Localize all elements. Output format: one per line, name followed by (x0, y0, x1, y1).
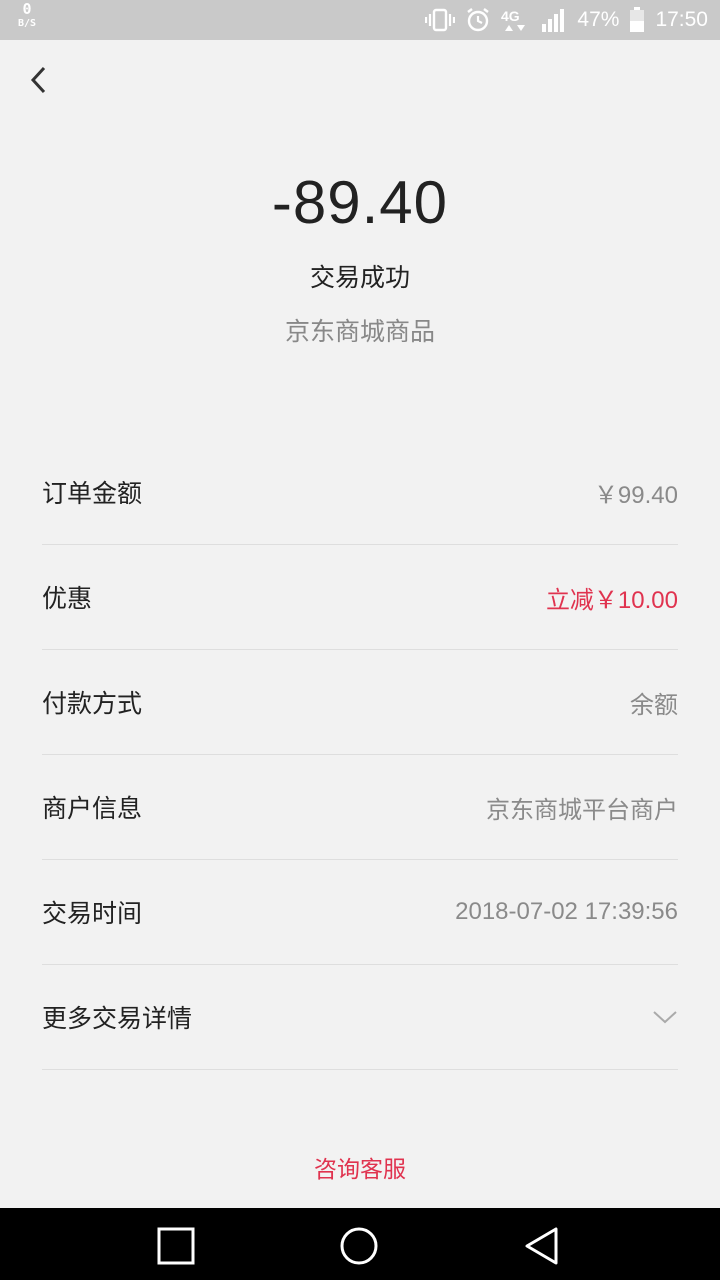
clock: 17:50 (655, 8, 708, 31)
row-label: 优惠 (42, 584, 93, 613)
alarm-icon (467, 8, 490, 32)
row-value: ￥99.40 (593, 481, 678, 509)
back-button[interactable] (22, 62, 58, 98)
vibrate-icon (425, 8, 456, 32)
row-label: 付款方式 (42, 689, 143, 718)
nav-back-button[interactable] (522, 1226, 562, 1266)
net-speed-value: 0 (22, 0, 32, 18)
net-speed: 0 B/S (12, 2, 42, 29)
detail-list: 订单金额 ￥99.40 优惠 立减￥10.00 付款方式 余额 商户信息 京东商… (42, 440, 678, 1070)
row-value: 余额 (630, 691, 678, 719)
svg-text:4G: 4G (501, 8, 520, 24)
nav-back-icon (525, 1227, 558, 1265)
lte-icon: 4G (501, 8, 526, 31)
nav-home-button[interactable] (339, 1226, 379, 1266)
transaction-status: 交易成功 (309, 263, 410, 292)
nav-recent-icon (157, 1227, 195, 1265)
transaction-amount: -89.40 (271, 169, 449, 236)
detail-row-payment-method: 付款方式 余额 (42, 650, 678, 755)
merchant-name: 京东商城商品 (284, 317, 435, 346)
chevron-down-icon (653, 1011, 677, 1024)
battery-icon (630, 7, 645, 32)
detail-row-transaction-time: 交易时间 2018-07-02 17:39:56 (42, 860, 678, 965)
back-icon (30, 66, 46, 94)
row-value: 2018-07-02 17:39:56 (455, 898, 678, 925)
row-label: 商户信息 (42, 794, 143, 823)
signal-icon (542, 9, 565, 32)
nav-recent-button[interactable] (156, 1226, 196, 1266)
row-label: 交易时间 (42, 899, 143, 928)
nav-home-icon (340, 1227, 378, 1265)
row-value: 京东商城平台商户 (486, 796, 678, 824)
status-icons: 4G 47% 17:50 (425, 0, 708, 40)
row-label: 更多交易详情 (42, 1004, 193, 1033)
status-bar: 0 B/S 4G 47% 17:50 (0, 0, 720, 40)
net-speed-unit: B/S (17, 18, 37, 29)
header (0, 40, 720, 118)
detail-row-order-amount: 订单金额 ￥99.40 (42, 440, 678, 545)
detail-row-discount: 优惠 立减￥10.00 (42, 545, 678, 650)
consult-service-link[interactable]: 咨询客服 (0, 1150, 720, 1184)
more-details-toggle[interactable]: 更多交易详情 (42, 965, 678, 1070)
navigation-bar (0, 1208, 720, 1280)
detail-row-merchant-info: 商户信息 京东商城平台商户 (42, 755, 678, 860)
row-label: 订单金额 (42, 479, 143, 508)
row-value: 立减￥10.00 (545, 586, 678, 614)
battery-percent: 47% (577, 8, 620, 31)
